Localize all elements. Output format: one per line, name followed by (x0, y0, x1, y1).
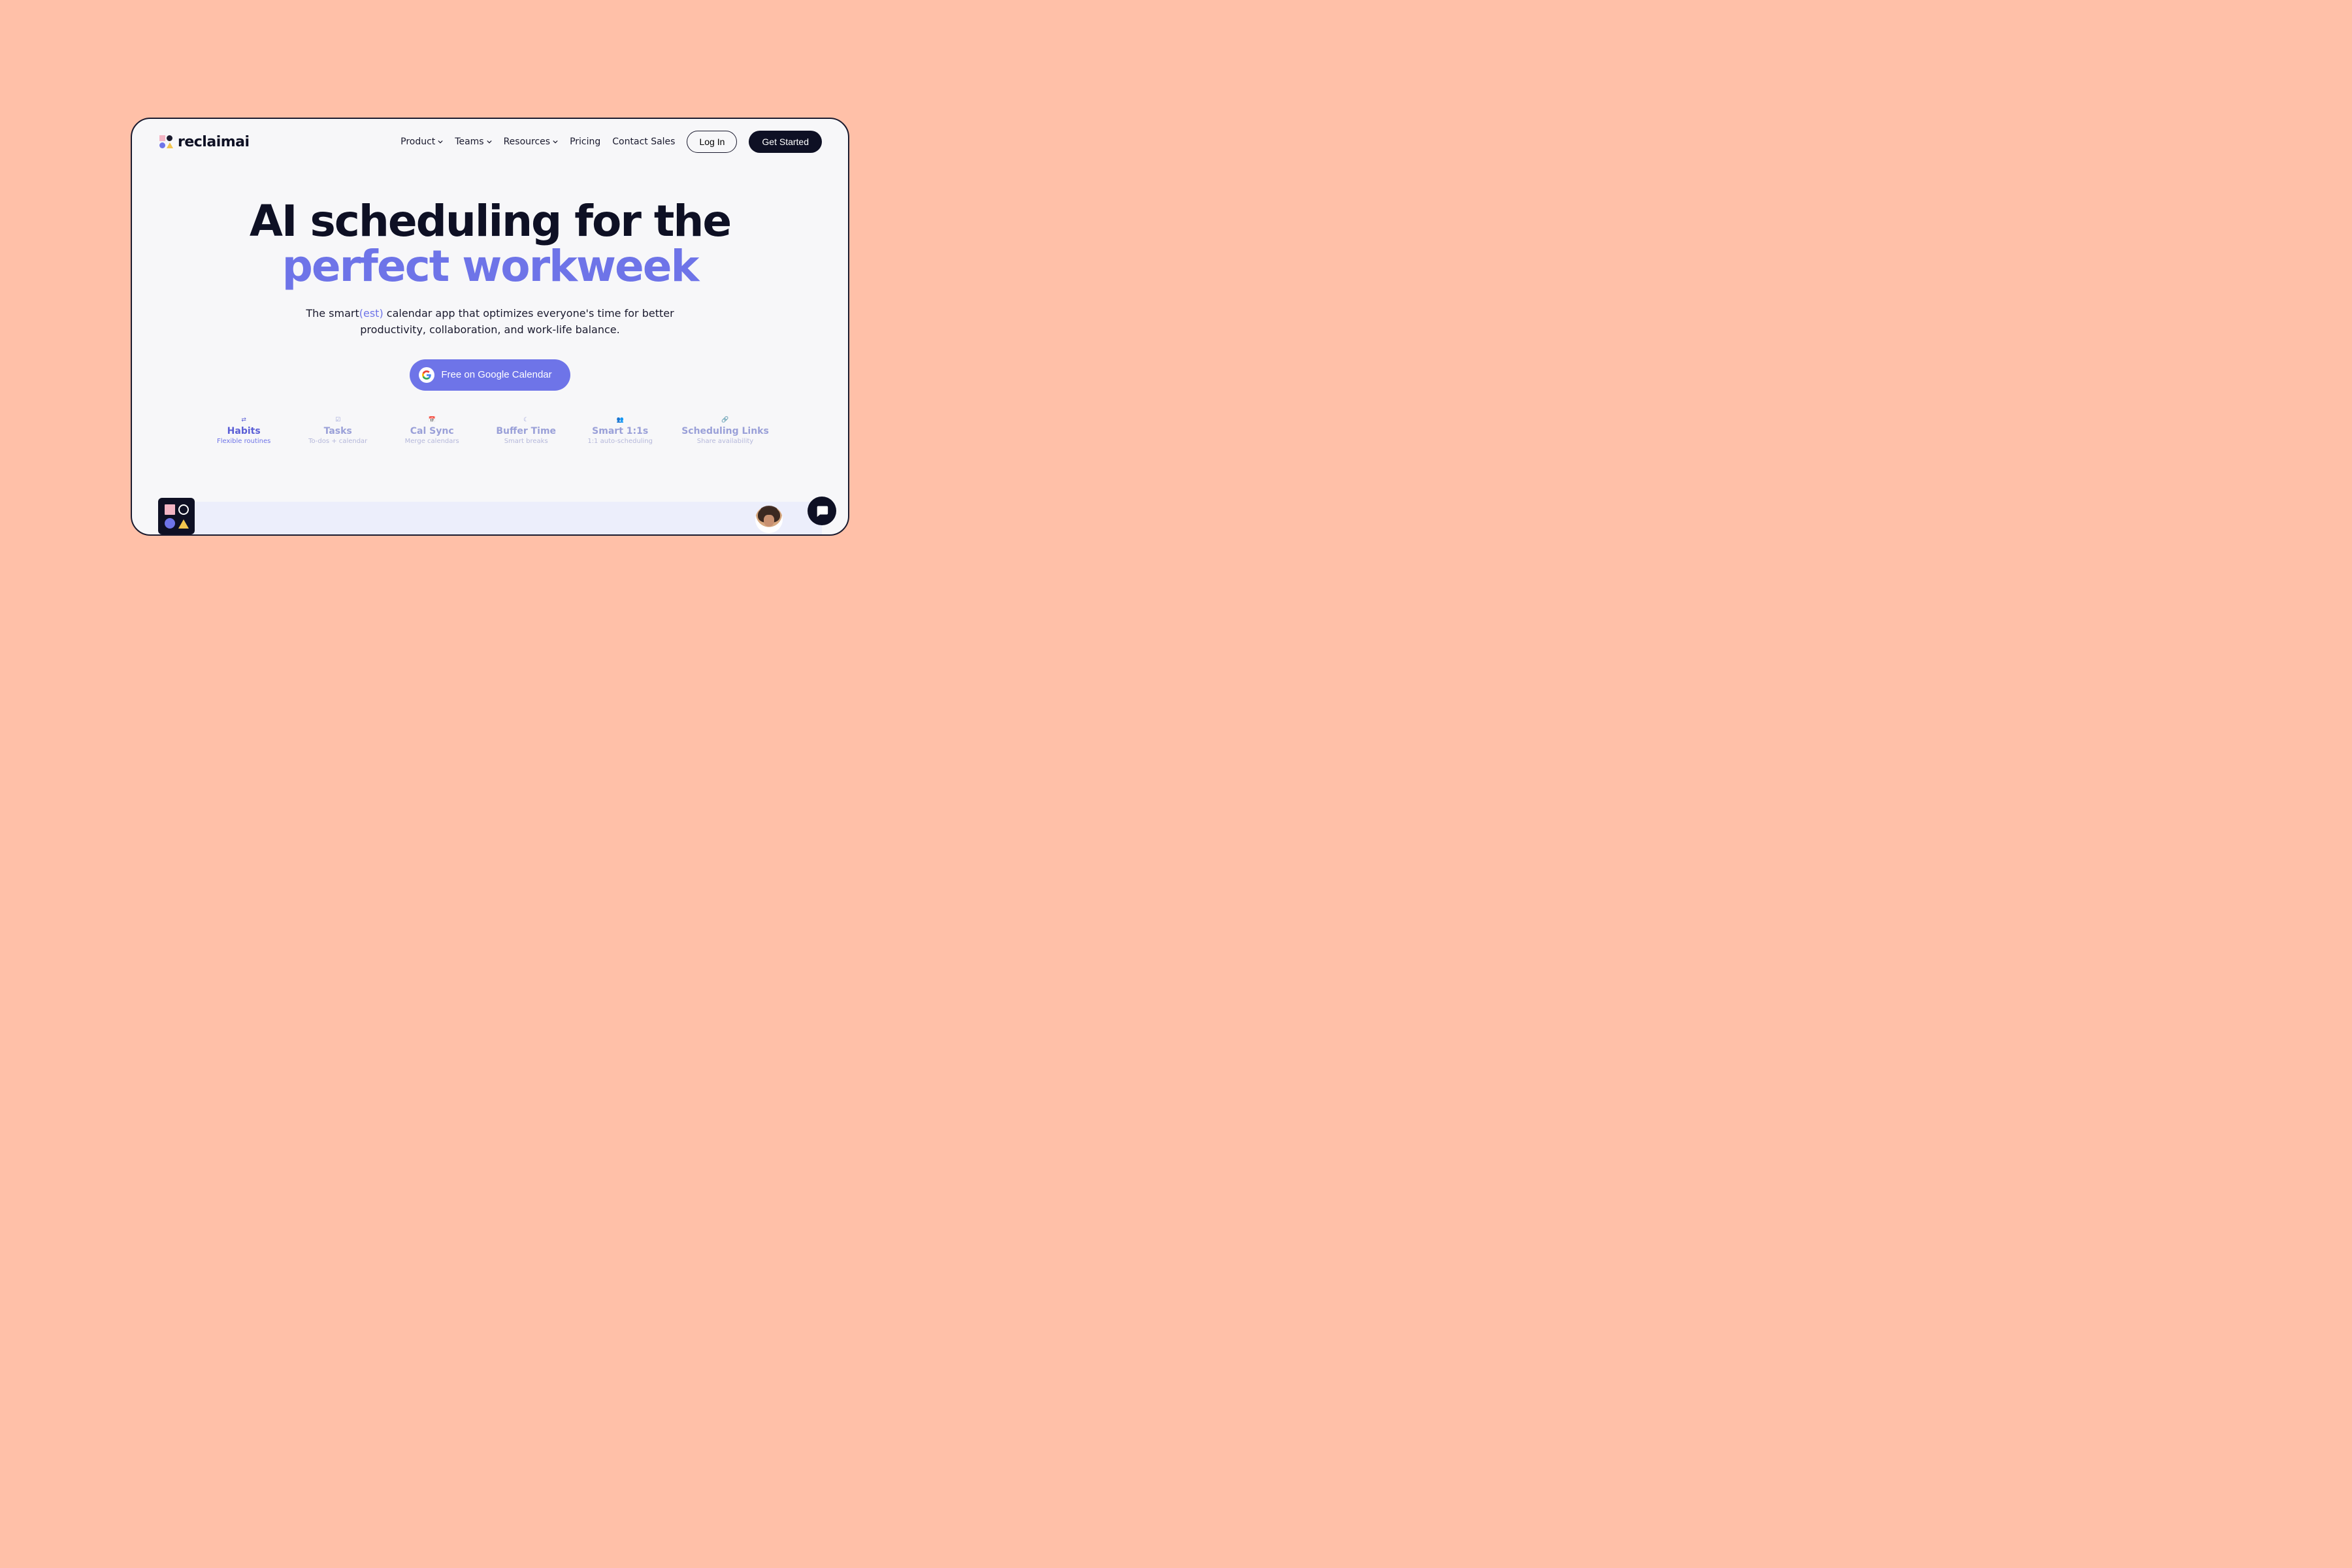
feature-smart-1on1[interactable]: 👥 Smart 1:1s 1:1 auto-scheduling (587, 417, 653, 445)
nav-pricing[interactable]: Pricing (570, 137, 600, 147)
nav-resources[interactable]: Resources (504, 137, 559, 147)
google-icon (419, 367, 434, 383)
repeat-icon: ⇄ (211, 417, 276, 423)
check-icon: ☑ (305, 417, 370, 423)
logo-icon (158, 134, 174, 150)
calendar-icon: 📅 (399, 417, 465, 423)
feature-tasks[interactable]: ☑ Tasks To-dos + calendar (305, 417, 370, 445)
nav-teams[interactable]: Teams (455, 137, 491, 147)
people-icon: 👥 (587, 417, 653, 423)
moon-icon: ☾ (493, 417, 559, 423)
chevron-down-icon (487, 139, 492, 144)
chevron-down-icon (438, 139, 443, 144)
feature-tabs: ⇄ Habits Flexible routines ☑ Tasks To-do… (132, 417, 848, 445)
hero: AI scheduling for the perfect workweek T… (132, 153, 848, 445)
feature-habits[interactable]: ⇄ Habits Flexible routines (211, 417, 276, 445)
header: reclaimai Product Teams Resources Pricin… (132, 119, 848, 153)
nav-product[interactable]: Product (400, 137, 443, 147)
cta-label: Free on Google Calendar (441, 369, 551, 380)
chat-widget-button[interactable] (808, 497, 836, 525)
cta-google-calendar-button[interactable]: Free on Google Calendar (410, 359, 570, 391)
hero-heading: AI scheduling for the perfect workweek (132, 199, 848, 289)
get-started-button[interactable]: Get Started (749, 131, 822, 153)
feature-scheduling-links[interactable]: 🔗 Scheduling Links Share availability (681, 417, 769, 445)
feature-buffer-time[interactable]: ☾ Buffer Time Smart breaks (493, 417, 559, 445)
chat-icon (815, 504, 829, 518)
login-button[interactable]: Log In (687, 131, 737, 153)
chevron-down-icon (553, 139, 558, 144)
browser-frame: reclaimai Product Teams Resources Pricin… (131, 118, 849, 536)
app-preview-logo-icon (158, 498, 195, 534)
logo-text: reclaimai (178, 134, 250, 150)
app-preview-bar (158, 502, 822, 534)
logo[interactable]: reclaimai (158, 134, 250, 150)
link-icon: 🔗 (681, 417, 769, 423)
nav-contact-sales[interactable]: Contact Sales (612, 137, 675, 147)
hero-subheading: The smart(est) calendar app that optimiz… (132, 305, 848, 338)
feature-cal-sync[interactable]: 📅 Cal Sync Merge calendars (399, 417, 465, 445)
avatar (755, 506, 783, 533)
main-nav: Product Teams Resources Pricing Contact … (400, 137, 675, 147)
